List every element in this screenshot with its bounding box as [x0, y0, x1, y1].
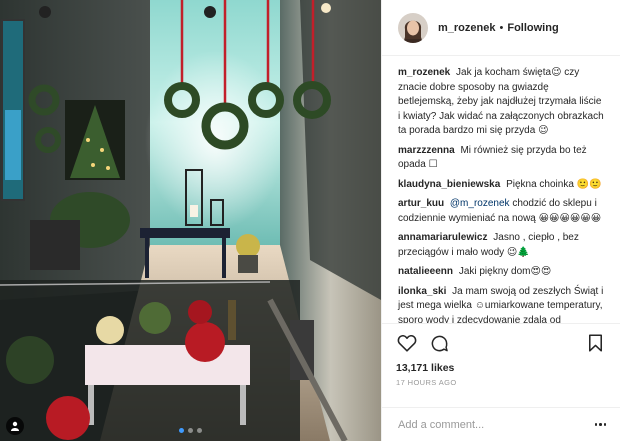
comment-item: ilonka_ski Ja mam swoją od zeszłych Świą…	[398, 285, 606, 324]
caption: m_rozenek Jak ja kocham święta😉 czy znac…	[398, 66, 606, 139]
post-actions: 13,171 likes 17 HOURS AGO	[382, 323, 620, 407]
carousel-dot-active[interactable]	[179, 428, 184, 433]
comment-username[interactable]: natalieeenn	[398, 266, 453, 277]
action-icons	[396, 330, 606, 356]
post-sidebar: m_rozenek • Following m_rozenek Jak ja k…	[381, 0, 620, 441]
comment-username[interactable]: marzzzenna	[398, 145, 455, 156]
carousel-dot[interactable]	[188, 428, 193, 433]
add-comment-bar	[382, 407, 620, 441]
post-timestamp[interactable]: 17 HOURS AGO	[396, 378, 606, 387]
comment-item: klaudyna_bieniewska Piękna choinka 🙂🙂	[398, 178, 606, 193]
comment-text: Piękna choinka 🙂🙂	[506, 178, 602, 190]
comment-item: natalieeenn Jaki piękny dom😍😍	[398, 265, 606, 280]
carousel-dot[interactable]	[197, 428, 202, 433]
avatar[interactable]	[398, 12, 428, 43]
comment-username[interactable]: artur_kuu	[398, 198, 444, 209]
comments-list[interactable]: m_rozenek Jak ja kocham święta😉 czy znac…	[382, 56, 620, 323]
following-button[interactable]: Following	[507, 22, 558, 34]
comment-mention-link[interactable]: @m_rozenek	[450, 198, 510, 209]
comment-username[interactable]: annamariarulewicz	[398, 232, 487, 243]
bookmark-icon[interactable]	[584, 332, 606, 354]
carousel-indicator	[0, 428, 381, 433]
instagram-post: m_rozenek • Following m_rozenek Jak ja k…	[0, 0, 620, 441]
more-options-icon[interactable]	[590, 423, 606, 426]
comment-text: Jaki piękny dom😍😍	[458, 266, 552, 277]
post-header: m_rozenek • Following	[382, 0, 620, 56]
comment-bubble-icon[interactable]	[428, 332, 450, 354]
christmas-interior-photo	[0, 0, 381, 441]
comment-input[interactable]	[398, 418, 590, 431]
header-separator: •	[499, 21, 504, 34]
heart-icon[interactable]	[396, 332, 418, 354]
comment-item: annamariarulewicz Jasno , ciepło , bez p…	[398, 231, 606, 260]
likes-count[interactable]: 13,171 likes	[396, 362, 606, 374]
comment-item: marzzzenna Mi również się przyda bo też …	[398, 144, 606, 173]
header-username[interactable]: m_rozenek	[438, 22, 495, 34]
comment-username[interactable]: klaudyna_bieniewska	[398, 179, 500, 190]
comment-username[interactable]: m_rozenek	[398, 67, 450, 78]
comment-item: artur_kuu @m_rozenek chodzić do sklepu i…	[398, 197, 606, 226]
post-photo[interactable]	[0, 0, 381, 441]
comment-username[interactable]: ilonka_ski	[398, 286, 446, 297]
